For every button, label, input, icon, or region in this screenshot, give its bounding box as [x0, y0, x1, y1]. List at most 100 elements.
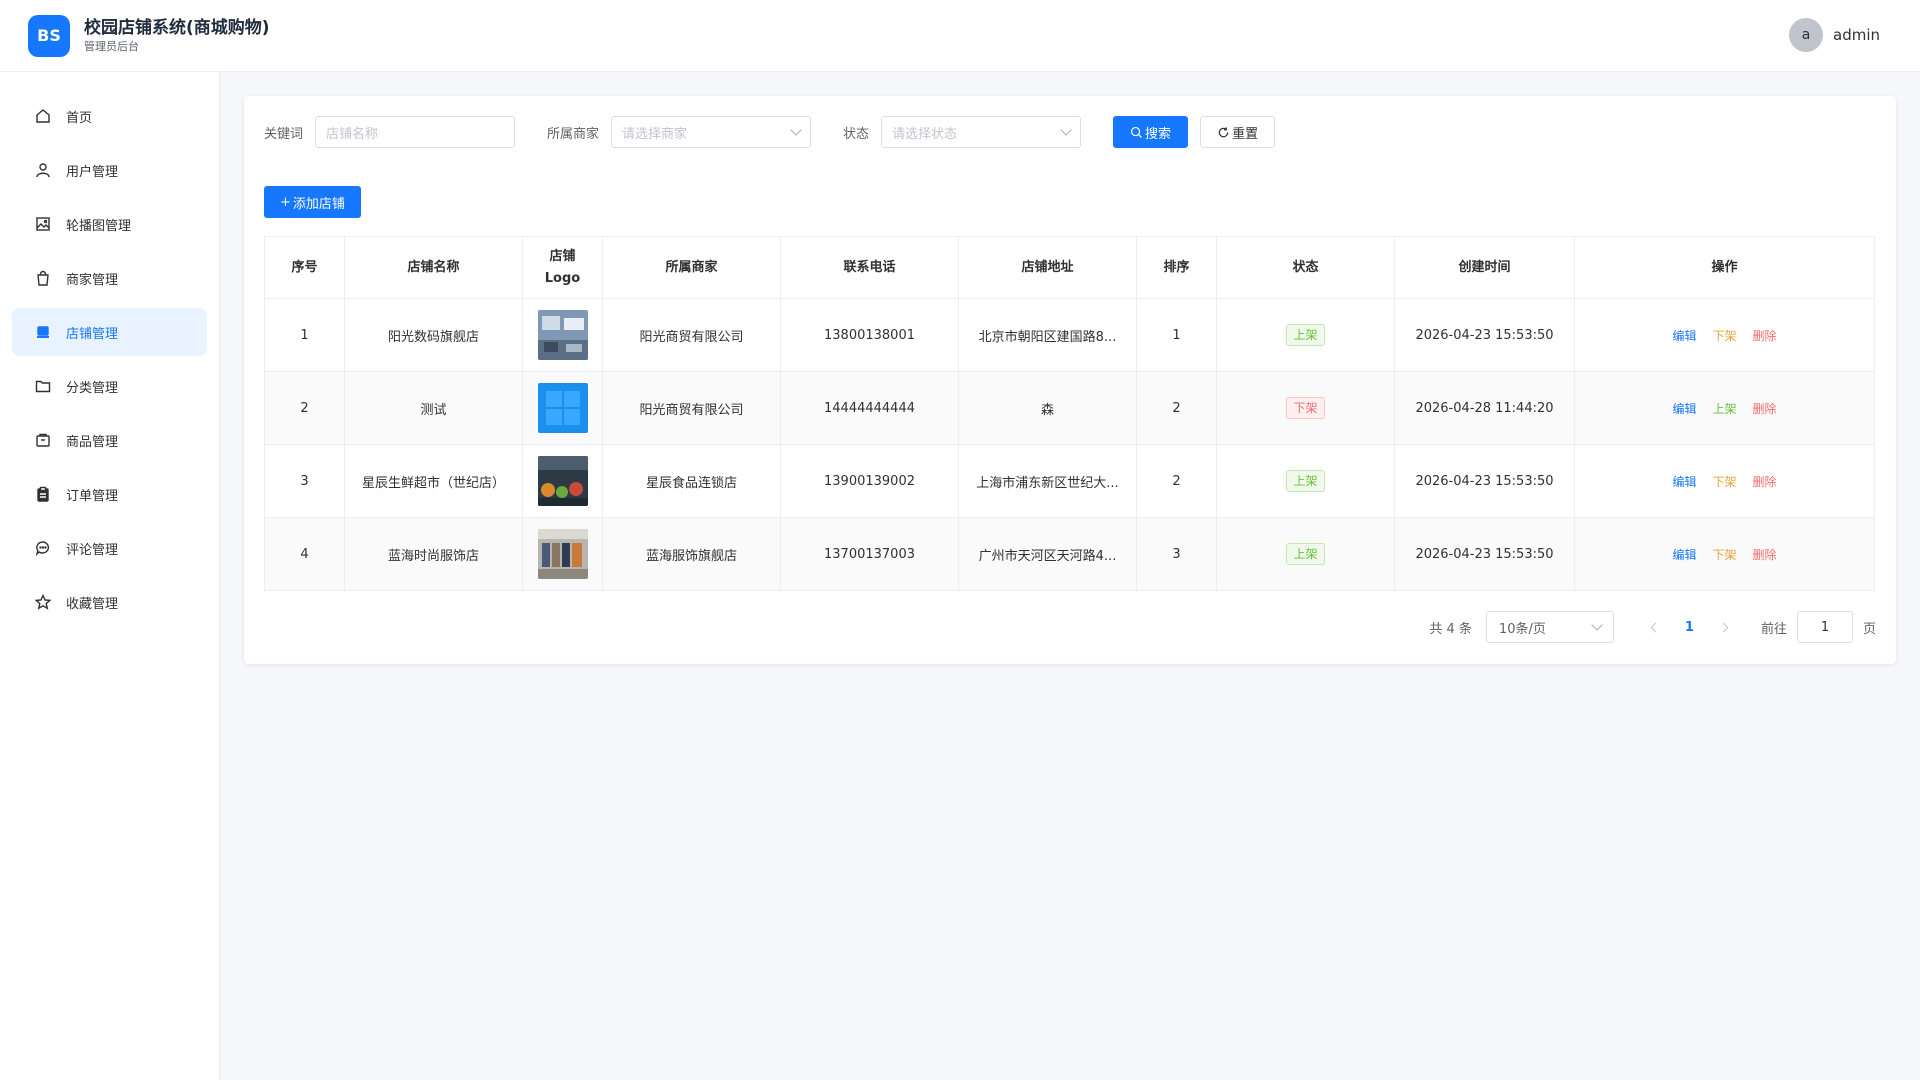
shop-icon — [34, 323, 52, 341]
merchant-label: 所属商家 — [547, 126, 600, 142]
clipboard-icon — [34, 485, 52, 503]
cell-status: 上架 — [1216, 517, 1395, 591]
shop-logo-image[interactable] — [537, 383, 588, 433]
sidebar-item-shops[interactable]: 店铺管理 — [12, 308, 207, 356]
status-badge: 上架 — [1286, 470, 1325, 492]
add-shop-button[interactable]: + 添加店铺 — [264, 186, 361, 218]
search-button-label: 搜索 — [1145, 126, 1172, 142]
bag-icon — [34, 269, 52, 287]
delete-button[interactable]: 删除 — [1753, 475, 1777, 489]
search-button[interactable]: 搜索 — [1113, 116, 1189, 148]
sidebar-item-comments[interactable]: 评论管理 — [12, 524, 207, 572]
add-shop-label: 添加店铺 — [292, 196, 345, 212]
page-suffix: 页 — [1862, 621, 1876, 637]
delete-button[interactable]: 删除 — [1753, 548, 1777, 562]
sidebar-item-label: 首页 — [66, 110, 93, 126]
folder-icon — [34, 377, 52, 395]
user-menu[interactable]: a admin — [1789, 18, 1880, 52]
shop-logo-image[interactable] — [537, 310, 588, 360]
filter-bar: 关键词 店铺名称 所属商家 请选择商家 状态 请选择状态 搜索 重置 — [264, 116, 1276, 148]
chat-icon — [34, 539, 52, 557]
username[interactable]: admin — [1833, 26, 1880, 44]
page-number-current[interactable]: 1 — [1685, 620, 1694, 635]
col-header-status: 状态 — [1216, 236, 1395, 299]
col-header-sort: 排序 — [1136, 236, 1217, 299]
plus-icon: + — [280, 194, 291, 210]
shop-logo-image[interactable] — [537, 456, 588, 506]
cell-created: 2026-04-23 15:53:50 — [1394, 517, 1575, 591]
keyword-input[interactable]: 店铺名称 — [315, 116, 516, 148]
col-header-merchant: 所属商家 — [602, 236, 781, 299]
sidebar-item-merchants[interactable]: 商家管理 — [12, 254, 207, 302]
address-text: 广州市天河区天河路4... — [978, 548, 1117, 564]
cell-actions: 编辑 下架 删除 — [1574, 444, 1875, 518]
prev-page-icon[interactable] — [1650, 622, 1661, 632]
goto-label: 前往 — [1760, 621, 1787, 637]
col-header-logo-line2: Logo — [544, 270, 581, 286]
cell-shop-name: 星辰生鲜超市（世纪店） — [344, 444, 523, 518]
delete-button[interactable]: 删除 — [1753, 329, 1777, 343]
reset-button[interactable]: 重置 — [1200, 116, 1276, 148]
sidebar-item-orders[interactable]: 订单管理 — [12, 470, 207, 518]
cell-logo — [522, 444, 603, 518]
cell-sort: 2 — [1136, 444, 1217, 518]
sidebar-item-label: 收藏管理 — [66, 596, 119, 612]
col-header-index: 序号 — [264, 236, 345, 299]
goto-page-input[interactable]: 1 — [1796, 611, 1853, 643]
shop-logo-image[interactable] — [537, 529, 588, 579]
offline-button[interactable]: 下架 — [1712, 475, 1736, 489]
status-placeholder: 请选择状态 — [892, 126, 958, 142]
app-title: 校园店铺系统(商城购物) — [84, 17, 270, 38]
cell-sort: 2 — [1136, 371, 1217, 445]
sidebar-item-goods[interactable]: 商品管理 — [12, 416, 207, 464]
online-button[interactable]: 上架 — [1712, 402, 1736, 416]
status-select[interactable]: 请选择状态 — [881, 116, 1082, 148]
sidebar-item-users[interactable]: 用户管理 — [12, 146, 207, 194]
cell-index: 3 — [264, 444, 345, 518]
goto-page-value: 1 — [1820, 619, 1830, 635]
offline-button[interactable]: 下架 — [1712, 329, 1736, 343]
cell-index: 4 — [264, 517, 345, 591]
refresh-icon — [1218, 126, 1229, 137]
image-icon — [34, 215, 52, 233]
col-header-logo: 店铺 Logo — [522, 236, 603, 299]
app-subtitle: 管理员后台 — [84, 39, 139, 53]
cell-status: 上架 — [1216, 444, 1395, 518]
sidebar-item-label: 店铺管理 — [66, 326, 119, 342]
table-header-row: 序号 店铺名称 店铺 Logo 所属商家 联系电话 店铺地址 排序 状态 创建时间… — [264, 236, 1875, 299]
cell-actions: 编辑 下架 删除 — [1574, 517, 1875, 591]
sidebar-item-label: 商品管理 — [66, 434, 119, 450]
sidebar-item-home[interactable]: 首页 — [12, 92, 207, 140]
cell-status: 下架 — [1216, 371, 1395, 445]
edit-button[interactable]: 编辑 — [1672, 329, 1696, 343]
cell-phone: 13700137003 — [780, 517, 959, 591]
offline-button[interactable]: 下架 — [1712, 548, 1736, 562]
edit-button[interactable]: 编辑 — [1672, 475, 1696, 489]
edit-button[interactable]: 编辑 — [1672, 402, 1696, 416]
sidebar-item-categories[interactable]: 分类管理 — [12, 362, 207, 410]
edit-button[interactable]: 编辑 — [1672, 548, 1696, 562]
sidebar-item-carousel[interactable]: 轮播图管理 — [12, 200, 207, 248]
status-badge: 上架 — [1286, 543, 1325, 565]
reset-button-label: 重置 — [1232, 126, 1259, 142]
cell-shop-name: 蓝海时尚服饰店 — [344, 517, 523, 591]
sidebar-item-favorites[interactable]: 收藏管理 — [12, 578, 207, 626]
col-header-name: 店铺名称 — [344, 236, 523, 299]
cell-merchant: 星辰食品连锁店 — [602, 444, 781, 518]
cell-logo — [522, 517, 603, 591]
status-label: 状态 — [843, 126, 870, 142]
cell-actions: 编辑 下架 删除 — [1574, 298, 1875, 372]
delete-button[interactable]: 删除 — [1753, 402, 1777, 416]
page-size-value: 10条/页 — [1498, 621, 1546, 637]
cell-logo — [522, 371, 603, 445]
chevron-down-icon — [790, 124, 802, 136]
cell-index: 1 — [264, 298, 345, 372]
next-page-icon[interactable] — [1718, 622, 1729, 632]
page-size-select[interactable]: 10条/页 — [1485, 611, 1614, 643]
merchant-placeholder: 请选择商家 — [622, 126, 688, 142]
chevron-down-icon — [1591, 619, 1603, 631]
merchant-select[interactable]: 请选择商家 — [611, 116, 812, 148]
col-header-actions: 操作 — [1574, 236, 1875, 299]
sidebar-item-label: 用户管理 — [66, 164, 119, 180]
avatar[interactable]: a — [1789, 18, 1823, 52]
